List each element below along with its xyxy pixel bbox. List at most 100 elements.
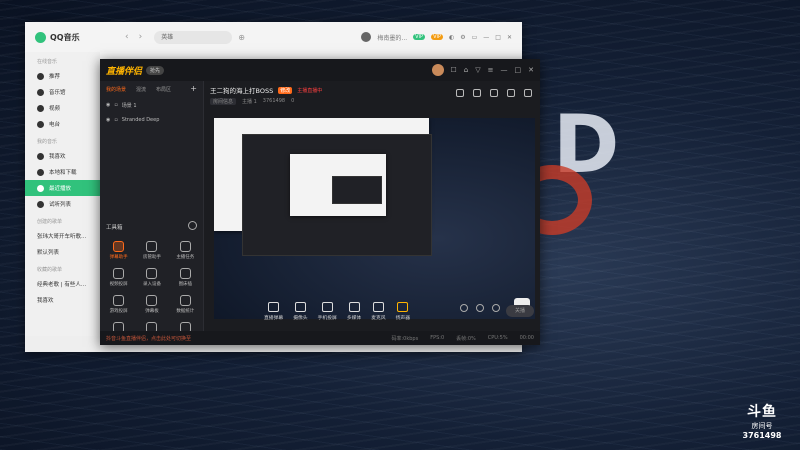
avatar[interactable] bbox=[431, 64, 444, 76]
target-icon[interactable] bbox=[476, 304, 484, 312]
status-text[interactable]: 抖音斗鱼直播伴侣，点击此处可切换至 bbox=[106, 335, 191, 342]
scene-item[interactable]: ◉ ▫ Stranded Deep bbox=[100, 113, 203, 127]
toolbox-title: 工具箱 bbox=[106, 225, 123, 231]
tool-statistics[interactable]: 数据统计 bbox=[169, 295, 202, 314]
version-badge[interactable]: 抢先 bbox=[146, 65, 165, 75]
lock-icon[interactable]: ▫ bbox=[114, 117, 117, 123]
douyu-watermark: 斗鱼 房间号 3761498 bbox=[738, 401, 786, 440]
sidebar-item-radio[interactable]: 电台 bbox=[25, 116, 100, 132]
recommend-icon bbox=[37, 72, 44, 80]
sidebar-item-music-hall[interactable]: 音乐馆 bbox=[25, 84, 100, 100]
minimize-icon[interactable]: — bbox=[501, 66, 508, 74]
tab-mix[interactable]: 混流 bbox=[136, 86, 146, 93]
phone-cast-button[interactable]: 手机投屏 bbox=[318, 302, 337, 321]
add-scene-icon[interactable]: + bbox=[190, 85, 197, 93]
eye-icon[interactable]: ◉ bbox=[106, 117, 110, 123]
tool-anchor-task[interactable]: 主播任务 bbox=[169, 241, 202, 260]
qq-logo-icon bbox=[35, 31, 46, 43]
skin-icon[interactable]: ◐ bbox=[449, 34, 454, 41]
duration: 00:00 bbox=[519, 334, 534, 341]
cpu: CPU:5% bbox=[487, 334, 508, 341]
tool-video-cast[interactable]: 视频投屏 bbox=[102, 268, 135, 287]
sidebar-item-fav-playlist[interactable]: 经典老歌 | 有些人... bbox=[25, 276, 100, 292]
list-icon bbox=[37, 200, 44, 208]
board-icon bbox=[146, 295, 158, 306]
speaker-button[interactable]: 扬声器 bbox=[396, 302, 410, 321]
toolbox-grid: 弹幕助手 房管助手 主播任务 视频投屏 录入设备 图床插 游戏投屏 弹幕板 数据… bbox=[102, 241, 202, 341]
qq-app-name: QQ音乐 bbox=[50, 32, 80, 42]
edit-title-button[interactable]: 修改 bbox=[278, 86, 293, 94]
sidebar-item-fav-playlist[interactable]: 我喜欢 bbox=[25, 292, 100, 308]
start-live-button[interactable]: 关播 bbox=[506, 305, 534, 317]
lock-icon[interactable] bbox=[473, 89, 481, 97]
settings-icon[interactable]: ⚙ bbox=[460, 34, 465, 41]
tool-room-admin[interactable]: 房管助手 bbox=[135, 241, 168, 260]
danmu-button[interactable]: 直播弹幕 bbox=[264, 302, 283, 321]
sidebar-item-playlist[interactable]: 张玮大哥开车听歌... bbox=[25, 228, 100, 244]
lock-icon[interactable]: ▫ bbox=[114, 102, 117, 109]
status-bar: 抖音斗鱼直播伴侣，点击此处可切换至 码率:0kbps FPS:0 丢帧:0% C… bbox=[100, 331, 540, 345]
gift-icon[interactable]: ⌂ bbox=[464, 66, 468, 74]
sidebar-item-trial[interactable]: 试听列表 bbox=[25, 196, 100, 212]
room-info-button[interactable]: 房间信息 bbox=[210, 98, 237, 105]
heart-icon bbox=[37, 152, 44, 160]
qq-sidebar: 在线音乐 推荐 音乐馆 视频 电台 我的音乐 我喜欢 本地和下载 最近播放 试听… bbox=[25, 52, 100, 352]
shirt-icon[interactable]: ▽ bbox=[475, 66, 480, 74]
stream-preview[interactable] bbox=[214, 118, 535, 319]
sidebar-item-liked[interactable]: 我喜欢 bbox=[25, 148, 100, 164]
eye-icon[interactable]: ◉ bbox=[106, 102, 110, 109]
settings-icon[interactable] bbox=[524, 89, 532, 97]
stream-left-panel: 我的场景 混流 布局区 + ◉ ▫ 场景 1 ◉ ▫ Stranded Deep… bbox=[100, 81, 204, 341]
settings-icon[interactable] bbox=[492, 304, 500, 312]
video-icon bbox=[37, 104, 44, 112]
task-icon bbox=[179, 241, 191, 252]
avatar[interactable] bbox=[361, 32, 372, 42]
record-icon[interactable] bbox=[460, 304, 468, 312]
back-icon[interactable]: ‹ bbox=[125, 32, 129, 42]
bell-icon[interactable] bbox=[507, 89, 515, 97]
minimize-icon[interactable]: — bbox=[483, 34, 489, 41]
user-icon bbox=[146, 241, 158, 252]
tab-my-scenes[interactable]: 我的场景 bbox=[106, 86, 126, 93]
qq-user-name[interactable]: 梅南墨的... bbox=[377, 33, 407, 42]
tab-layout[interactable]: 布局区 bbox=[156, 86, 171, 93]
microphone-button[interactable]: 麦克风 bbox=[371, 302, 386, 321]
close-icon[interactable]: ✕ bbox=[528, 66, 534, 74]
qq-user-area: 梅南墨的... VIP VIP ◐ ⚙ ▭ — □ ✕ bbox=[361, 32, 512, 42]
tool-game-cast[interactable]: 游戏投屏 bbox=[102, 295, 135, 314]
tool-image[interactable]: 图床插 bbox=[169, 268, 202, 287]
message-icon[interactable]: ☐ bbox=[451, 66, 457, 74]
danmu-icon bbox=[113, 241, 125, 252]
menu-icon[interactable]: ≡ bbox=[488, 66, 494, 74]
sidebar-item-recent[interactable]: 最近播放 bbox=[25, 180, 100, 196]
record-icon[interactable] bbox=[490, 89, 498, 97]
tool-input-device[interactable]: 录入设备 bbox=[135, 268, 168, 287]
screenshot-icon[interactable] bbox=[456, 89, 464, 97]
video-icon bbox=[113, 268, 125, 279]
close-icon[interactable]: ✕ bbox=[507, 34, 512, 41]
vip-badge[interactable]: VIP bbox=[413, 34, 426, 40]
forward-icon[interactable]: › bbox=[139, 32, 143, 42]
refresh-icon[interactable] bbox=[188, 221, 197, 230]
mini-mode-icon[interactable]: ▭ bbox=[472, 34, 478, 41]
dropped-frames: 丢帧:0% bbox=[456, 335, 476, 342]
bitrate: 码率:0kbps bbox=[391, 335, 419, 342]
fps: FPS:0 bbox=[430, 334, 445, 341]
camera-button[interactable]: 摄像头 bbox=[293, 302, 308, 321]
live-status: 主播直播中 bbox=[297, 87, 323, 94]
tool-danmu-assistant[interactable]: 弹幕助手 bbox=[102, 241, 135, 260]
sidebar-item-video[interactable]: 视频 bbox=[25, 100, 100, 116]
tool-danmu-board[interactable]: 弹幕板 bbox=[135, 295, 168, 314]
svip-badge[interactable]: VIP bbox=[431, 34, 443, 40]
sidebar-item-playlist[interactable]: 默认列表 bbox=[25, 244, 100, 260]
scene-item[interactable]: ◉ ▫ 场景 1 bbox=[100, 98, 203, 113]
media-button[interactable]: 多媒体 bbox=[347, 302, 361, 321]
room-title: 王二狗的海上打BOSS bbox=[210, 87, 274, 95]
qq-search-input[interactable]: 英雄 bbox=[154, 30, 233, 44]
maximize-icon[interactable]: □ bbox=[515, 66, 522, 74]
sidebar-item-recommend[interactable]: 推荐 bbox=[25, 68, 100, 84]
preview-nested-window bbox=[332, 176, 382, 204]
maximize-icon[interactable]: □ bbox=[495, 34, 501, 41]
sidebar-item-local[interactable]: 本地和下载 bbox=[25, 164, 100, 180]
mic-icon[interactable]: ⊕ bbox=[238, 33, 245, 42]
